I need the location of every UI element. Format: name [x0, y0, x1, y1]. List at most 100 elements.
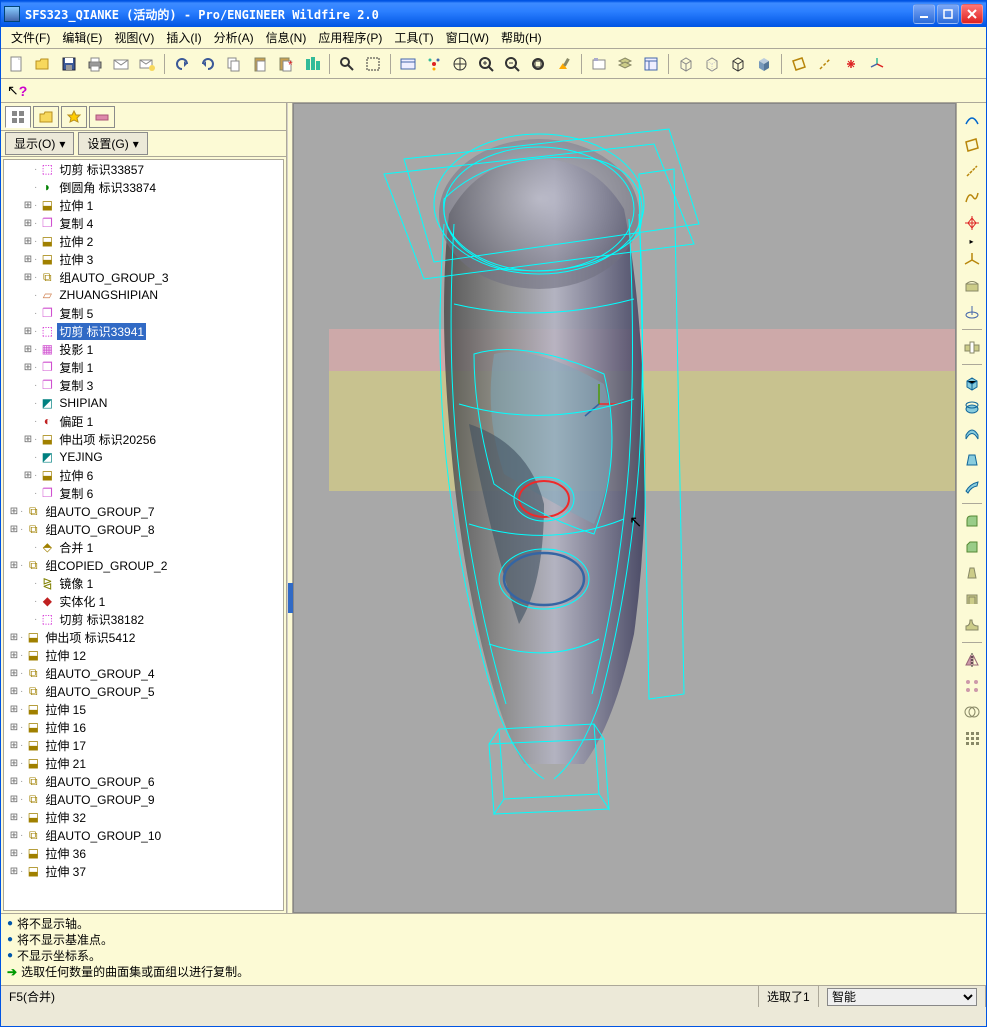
- no-hidden-button[interactable]: [726, 52, 750, 76]
- settings-dropdown[interactable]: 设置(G)▾: [78, 132, 147, 155]
- tree-item[interactable]: ⊞·⬚切剪 标识33941: [4, 322, 283, 340]
- swept-blend-button[interactable]: [960, 474, 984, 498]
- repaint-button[interactable]: [552, 52, 576, 76]
- orient-button[interactable]: [448, 52, 472, 76]
- blend-tool-button[interactable]: [960, 448, 984, 472]
- tree-item[interactable]: ⊞·⬓拉伸 1: [4, 196, 283, 214]
- mirror-tool-button[interactable]: [960, 648, 984, 672]
- merge-tool-button[interactable]: [960, 700, 984, 724]
- tree-item[interactable]: ⊞·⧉组AUTO_GROUP_6: [4, 772, 283, 790]
- show-dropdown[interactable]: 显示(O)▾: [5, 132, 74, 155]
- tree-item[interactable]: ·⬘合并 1: [4, 538, 283, 556]
- close-button[interactable]: [961, 4, 983, 24]
- menu-application[interactable]: 应用程序(P): [312, 27, 388, 48]
- menu-insert[interactable]: 插入(I): [160, 27, 207, 48]
- tree-item[interactable]: ·⬚切剪 标识33857: [4, 160, 283, 178]
- tab-model-tree[interactable]: [5, 106, 31, 128]
- tree-item[interactable]: ·◗倒圆角 标识33874: [4, 178, 283, 196]
- paste-special-button[interactable]: *: [274, 52, 298, 76]
- email-attach-button[interactable]: [135, 52, 159, 76]
- copy-button[interactable]: [222, 52, 246, 76]
- datum-plane-button[interactable]: [787, 52, 811, 76]
- menu-edit[interactable]: 编辑(E): [56, 27, 108, 48]
- view-mgr-button[interactable]: [396, 52, 420, 76]
- tree-item[interactable]: ⊞·⬓伸出项 标识20256: [4, 430, 283, 448]
- csys-tool-button[interactable]: [960, 248, 984, 272]
- round-tool-button[interactable]: [960, 509, 984, 533]
- menu-file[interactable]: 文件(F): [5, 27, 56, 48]
- plane-tool-button[interactable]: [960, 133, 984, 157]
- sweep-tool-button[interactable]: [960, 422, 984, 446]
- datum-axis-button[interactable]: [813, 52, 837, 76]
- point-display-button[interactable]: [839, 52, 863, 76]
- find-button[interactable]: [335, 52, 359, 76]
- tree-item[interactable]: ⊞·❐复制 4: [4, 214, 283, 232]
- tab-folder[interactable]: [33, 106, 59, 128]
- tree-item[interactable]: ⊞·⬓拉伸 17: [4, 736, 283, 754]
- curve-tool-button[interactable]: [960, 185, 984, 209]
- save-button[interactable]: [57, 52, 81, 76]
- zoom-out-button[interactable]: [500, 52, 524, 76]
- redo-button[interactable]: [196, 52, 220, 76]
- print-button[interactable]: [83, 52, 107, 76]
- email-button[interactable]: [109, 52, 133, 76]
- tree-item[interactable]: ⊞·⧉组AUTO_GROUP_7: [4, 502, 283, 520]
- model-tree-button[interactable]: [639, 52, 663, 76]
- zoom-in-button[interactable]: [474, 52, 498, 76]
- tree-item[interactable]: ⊞·⬓拉伸 37: [4, 862, 283, 880]
- 3d-viewport[interactable]: ↖: [293, 103, 956, 913]
- shaded-button[interactable]: [752, 52, 776, 76]
- help-icon[interactable]: ?: [19, 83, 28, 99]
- tree-item[interactable]: ⊞·▦投影 1: [4, 340, 283, 358]
- tree-item[interactable]: ⊞·⧉组AUTO_GROUP_4: [4, 664, 283, 682]
- tree-item[interactable]: ·◩YEJING: [4, 448, 283, 466]
- tab-favorites[interactable]: [61, 106, 87, 128]
- menu-info[interactable]: 信息(N): [260, 27, 313, 48]
- menu-help[interactable]: 帮助(H): [495, 27, 548, 48]
- tree-item[interactable]: ·▱ZHUANGSHIPIAN: [4, 286, 283, 304]
- tree-item[interactable]: ·◐偏距 1: [4, 412, 283, 430]
- tree-item[interactable]: ⊞·❐复制 1: [4, 358, 283, 376]
- sketch-tool-button[interactable]: [960, 107, 984, 131]
- axis-tool-button[interactable]: [960, 159, 984, 183]
- tab-connections[interactable]: [89, 106, 115, 128]
- chamfer-tool-button[interactable]: [960, 535, 984, 559]
- tree-item[interactable]: ⊞·⬓拉伸 15: [4, 700, 283, 718]
- tree-item[interactable]: ⊞·⧉组AUTO_GROUP_3: [4, 268, 283, 286]
- tree-item[interactable]: ⊞·⬓拉伸 36: [4, 844, 283, 862]
- layer-button[interactable]: [613, 52, 637, 76]
- tree-item[interactable]: ·❐复制 5: [4, 304, 283, 322]
- maximize-button[interactable]: [937, 4, 959, 24]
- tree-item[interactable]: ⊞·⬓拉伸 6: [4, 466, 283, 484]
- tree-item[interactable]: ⊞·⬓拉伸 12: [4, 646, 283, 664]
- menu-view[interactable]: 视图(V): [108, 27, 160, 48]
- extrude-tool-button[interactable]: [960, 370, 984, 394]
- paste-button[interactable]: [248, 52, 272, 76]
- tree-item[interactable]: ⊞·⬓伸出项 标识5412: [4, 628, 283, 646]
- spin-center-button[interactable]: [422, 52, 446, 76]
- tree-item[interactable]: ·◆实体化 1: [4, 592, 283, 610]
- menu-tools[interactable]: 工具(T): [388, 27, 439, 48]
- hole-tool-button[interactable]: [960, 335, 984, 359]
- revolve-tool-button[interactable]: [960, 396, 984, 420]
- tree-item[interactable]: ⊞·⬓拉伸 3: [4, 250, 283, 268]
- tree-item[interactable]: ⊞·⧉组AUTO_GROUP_8: [4, 520, 283, 538]
- draft-tool-button[interactable]: [960, 561, 984, 585]
- tree-item[interactable]: ·◩SHIPIAN: [4, 394, 283, 412]
- offset-tool-button[interactable]: [960, 726, 984, 750]
- tree-item[interactable]: ·⧎镜像 1: [4, 574, 283, 592]
- pattern-tool-button[interactable]: [960, 674, 984, 698]
- tree-item[interactable]: ⊞·⧉组AUTO_GROUP_9: [4, 790, 283, 808]
- csys-display-button[interactable]: [865, 52, 889, 76]
- tree-item[interactable]: ⊞·⬓拉伸 32: [4, 808, 283, 826]
- analysis-tool-button[interactable]: [960, 300, 984, 324]
- new-file-button[interactable]: [5, 52, 29, 76]
- menu-window[interactable]: 窗口(W): [440, 27, 495, 48]
- saved-view-button[interactable]: [587, 52, 611, 76]
- tree-item[interactable]: ⊞·⬓拉伸 2: [4, 232, 283, 250]
- regenerate-button[interactable]: [300, 52, 324, 76]
- tree-item[interactable]: ·❐复制 6: [4, 484, 283, 502]
- tree-item[interactable]: ⊞·⧉组COPIED_GROUP_2: [4, 556, 283, 574]
- sketch-region-button[interactable]: [960, 274, 984, 298]
- feature-tree[interactable]: ·⬚切剪 标识33857·◗倒圆角 标识33874⊞·⬓拉伸 1⊞·❐复制 4⊞…: [3, 159, 284, 911]
